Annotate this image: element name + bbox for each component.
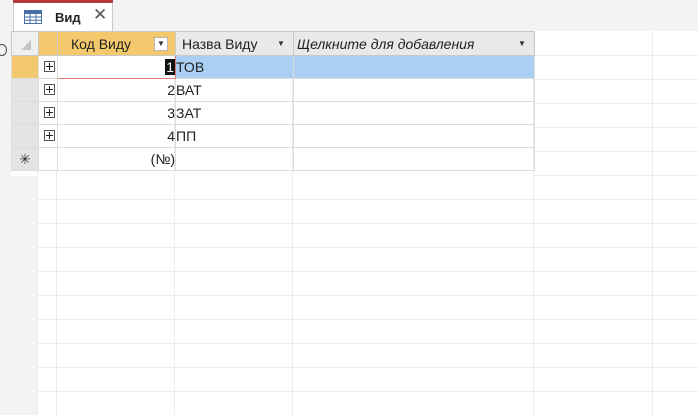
record-selector[interactable]: [11, 78, 39, 102]
expand-button[interactable]: [38, 55, 58, 79]
chevron-down-icon[interactable]: ▼: [154, 37, 168, 51]
cell-add[interactable]: [293, 101, 535, 125]
column-header-add[interactable]: Щелкните для добавления ▼: [293, 31, 535, 56]
cell-name[interactable]: ЗАТ: [175, 101, 294, 125]
table-row[interactable]: 4 ПП: [11, 124, 535, 148]
column-header-id-label: Код Виду: [71, 36, 132, 52]
record-selector[interactable]: [11, 124, 39, 148]
plus-icon: [44, 107, 55, 118]
cell-id-value: 1: [165, 59, 175, 75]
expand-button[interactable]: [38, 124, 58, 148]
chevron-down-icon[interactable]: ▼: [515, 36, 529, 51]
tab-vid[interactable]: Вид ✕: [13, 0, 113, 31]
plus-icon: [44, 84, 55, 95]
record-selector[interactable]: [11, 55, 39, 79]
cell-name[interactable]: ВАТ: [175, 78, 294, 102]
expand-button: [38, 147, 58, 171]
cell-id[interactable]: 2: [57, 78, 176, 102]
cell-add[interactable]: [293, 78, 535, 102]
column-header-name-label: Назва Виду: [182, 36, 258, 52]
chevron-down-icon[interactable]: ▼: [274, 36, 288, 51]
cell-add-new[interactable]: [293, 147, 535, 171]
cell-add[interactable]: [293, 55, 535, 79]
plus-icon: [44, 61, 55, 72]
column-header-id[interactable]: Код Виду ▼: [57, 31, 176, 56]
column-header-name[interactable]: Назва Виду ▼: [175, 31, 294, 56]
cell-id[interactable]: 4: [57, 124, 176, 148]
expander-header: [38, 31, 58, 56]
cell-add[interactable]: [293, 124, 535, 148]
record-selector[interactable]: [11, 101, 39, 125]
cell-id[interactable]: 3: [57, 101, 176, 125]
table-row[interactable]: 3 ЗАТ: [11, 101, 535, 125]
select-all-corner[interactable]: [11, 31, 39, 56]
column-header-add-label: Щелкните для добавления: [297, 36, 475, 52]
document-tab-bar: Вид ✕: [11, 0, 698, 32]
expand-button[interactable]: [38, 78, 58, 102]
cell-id-new[interactable]: (№): [57, 147, 176, 171]
cell-name-new[interactable]: [175, 147, 294, 171]
close-icon[interactable]: ✕: [93, 6, 107, 23]
plus-icon: [44, 130, 55, 141]
search-icon: [0, 44, 7, 56]
table-row[interactable]: 1 ТОВ: [11, 55, 535, 79]
new-record-row[interactable]: ✳ (№): [11, 147, 535, 171]
tab-title: Вид: [55, 10, 81, 25]
new-record-icon[interactable]: ✳: [11, 147, 39, 171]
cell-name[interactable]: ПП: [175, 124, 294, 148]
cell-name[interactable]: ТОВ: [175, 55, 294, 79]
access-window: Вид ✕ Код Виду ▼ Назва Виду ▼ Щелкните д…: [0, 0, 698, 415]
header-row: Код Виду ▼ Назва Виду ▼ Щелкните для доб…: [11, 31, 535, 56]
table-row[interactable]: 2 ВАТ: [11, 78, 535, 102]
datasheet-table: Код Виду ▼ Назва Виду ▼ Щелкните для доб…: [11, 31, 535, 171]
select-all-triangle-icon: [21, 40, 31, 50]
expand-button[interactable]: [38, 101, 58, 125]
datasheet-grid[interactable]: Код Виду ▼ Назва Виду ▼ Щелкните для доб…: [11, 31, 698, 415]
cell-id[interactable]: 1: [57, 55, 176, 79]
datasheet-table-icon: [24, 10, 42, 24]
